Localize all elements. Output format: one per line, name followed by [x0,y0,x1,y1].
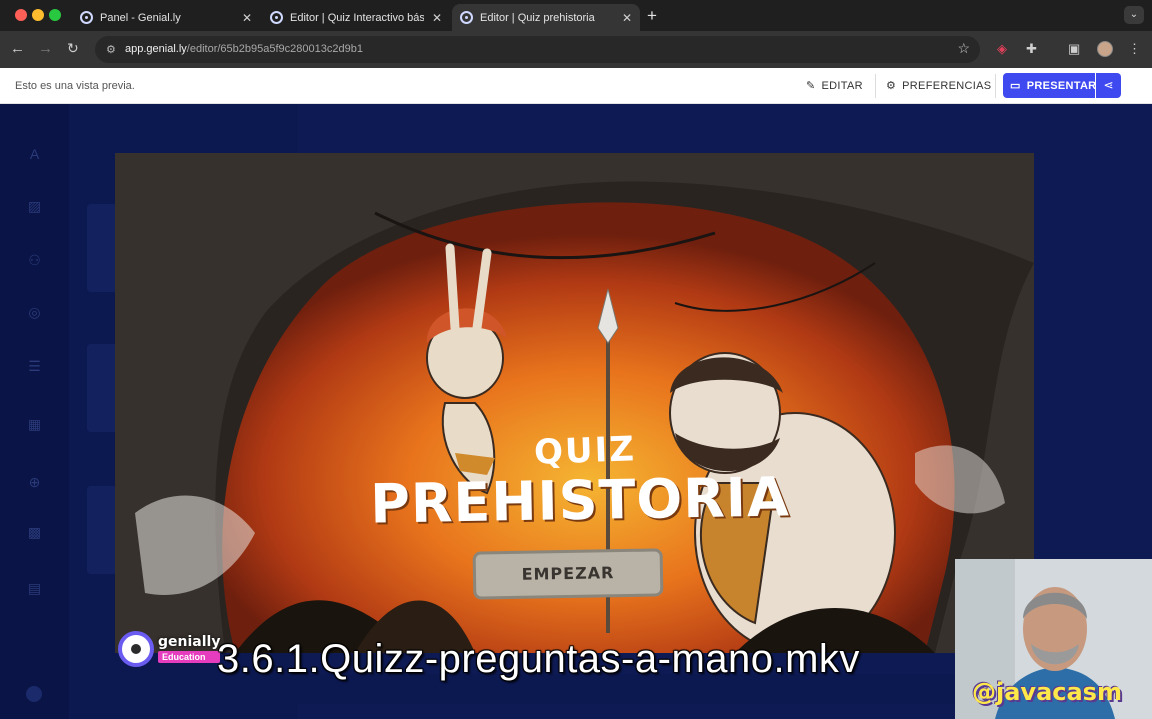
insert-tool-icon: ⊕ [28,474,41,490]
tab-title: Panel - Genial.ly [100,11,181,24]
genially-favicon-icon [460,11,473,24]
preferences-button[interactable]: ⚙ PREFERENCIAS [886,79,992,93]
image-tool-icon: ▨ [27,198,42,214]
tab-close-icon[interactable]: ✕ [432,11,442,25]
page-thumbnail [87,486,117,574]
maximize-window-button[interactable] [49,9,61,21]
resources-tool-icon: ⚇ [28,252,41,268]
tab-search-chevron-icon[interactable]: ⌄ [1124,6,1144,24]
tab-close-icon[interactable]: ✕ [242,11,252,25]
address-bar[interactable]: ⚙ app.genial.ly/editor/65b2b95a5f9c28001… [95,36,980,63]
slide-title: PREHISTORIA [369,465,791,536]
present-button[interactable]: ▭ PRESENTAR [1003,73,1097,98]
interactive-elements-icon: ◎ [28,304,41,320]
genially-logo-icon [118,631,154,667]
reload-icon[interactable]: ↻ [67,40,79,57]
preview-note: Esto es una vista previa. [15,80,135,92]
tab-close-icon[interactable]: ✕ [622,11,632,25]
profile-avatar[interactable] [1097,41,1113,57]
preferences-label: PREFERENCIAS [902,79,992,92]
forward-arrow-icon[interactable]: → [38,40,53,57]
new-tab-button[interactable]: + [647,6,657,26]
text-tool-icon: A [29,146,40,162]
close-window-button[interactable] [15,9,27,21]
start-button-label: EMPEZAR [521,563,615,584]
preview-header: Esto es una vista previa. ✎ EDITAR ⚙ PRE… [0,68,1152,104]
genially-favicon-icon [270,11,283,24]
tab-title: Editor | Quiz prehistoria [480,11,595,24]
gear-icon: ⚙ [886,80,897,92]
share-icon: ⋖ [1103,78,1114,92]
edit-button[interactable]: ✎ EDITAR [806,79,863,93]
address-url: app.genial.ly/editor/65b2b95a5f9c280013c… [125,43,363,55]
site-info-icon[interactable]: ⚙ [106,43,119,56]
browser-tab-bar: Panel - Genial.ly ✕ Editor | Quiz Intera… [0,0,1152,31]
background-tool-icon: ▩ [27,524,42,540]
questions-tool-icon: ☰ [28,358,41,374]
minimize-window-button[interactable] [32,9,44,21]
divider [995,74,996,98]
help-icon [26,686,42,702]
browser-menu-icon[interactable]: ⋮ [1128,41,1141,57]
browser-tab-quiz-prehistoria[interactable]: Editor | Quiz prehistoria ✕ [452,4,640,31]
share-button[interactable]: ⋖ [1096,73,1121,98]
divider [875,74,876,98]
genially-favicon-icon [80,11,93,24]
extensions-puzzle-icon[interactable]: ✚ [1026,41,1037,57]
genially-brand-logo: genially Education [118,631,221,667]
edit-label: EDITAR [821,79,863,92]
pocket-icon[interactable]: ◈ [997,41,1007,57]
pencil-icon: ✎ [806,80,816,92]
page-thumbnail [87,204,117,292]
brand-name: genially [158,634,221,650]
smartblocks-tool-icon: ▦ [27,416,42,432]
presenter-handle: @javacasm [972,678,1122,706]
browser-toolbar: ← → ↻ ⚙ app.genial.ly/editor/65b2b95a5f9… [0,31,1152,68]
presentation-icon: ▭ [1010,80,1021,92]
start-button[interactable]: EMPEZAR [472,548,664,600]
pages-tool-icon: ▤ [27,580,42,596]
bookmark-star-icon[interactable]: ☆ [957,40,970,57]
page-thumbnail [87,344,117,432]
slide-canvas[interactable]: QUIZ PREHISTORIA EMPEZAR [115,153,1034,653]
brand-badge: Education [158,651,221,663]
editor-left-rail: A ▨ ⚇ ◎ ☰ ▦ ⊕ ▩ ▤ [0,104,69,719]
browser-tab-panel[interactable]: Panel - Genial.ly ✕ [72,4,260,31]
quiz-label: QUIZ [533,429,637,473]
browser-tab-quiz-interactivo[interactable]: Editor | Quiz Interactivo básico ✕ [262,4,450,31]
tab-title: Editor | Quiz Interactivo básico [290,11,424,24]
side-panel-icon[interactable]: ▣ [1068,41,1080,57]
present-label: PRESENTAR [1026,79,1097,92]
back-arrow-icon[interactable]: ← [10,40,25,57]
video-caption: 3.6.1.Quizz-preguntas-a-mano.mkv [217,637,860,681]
